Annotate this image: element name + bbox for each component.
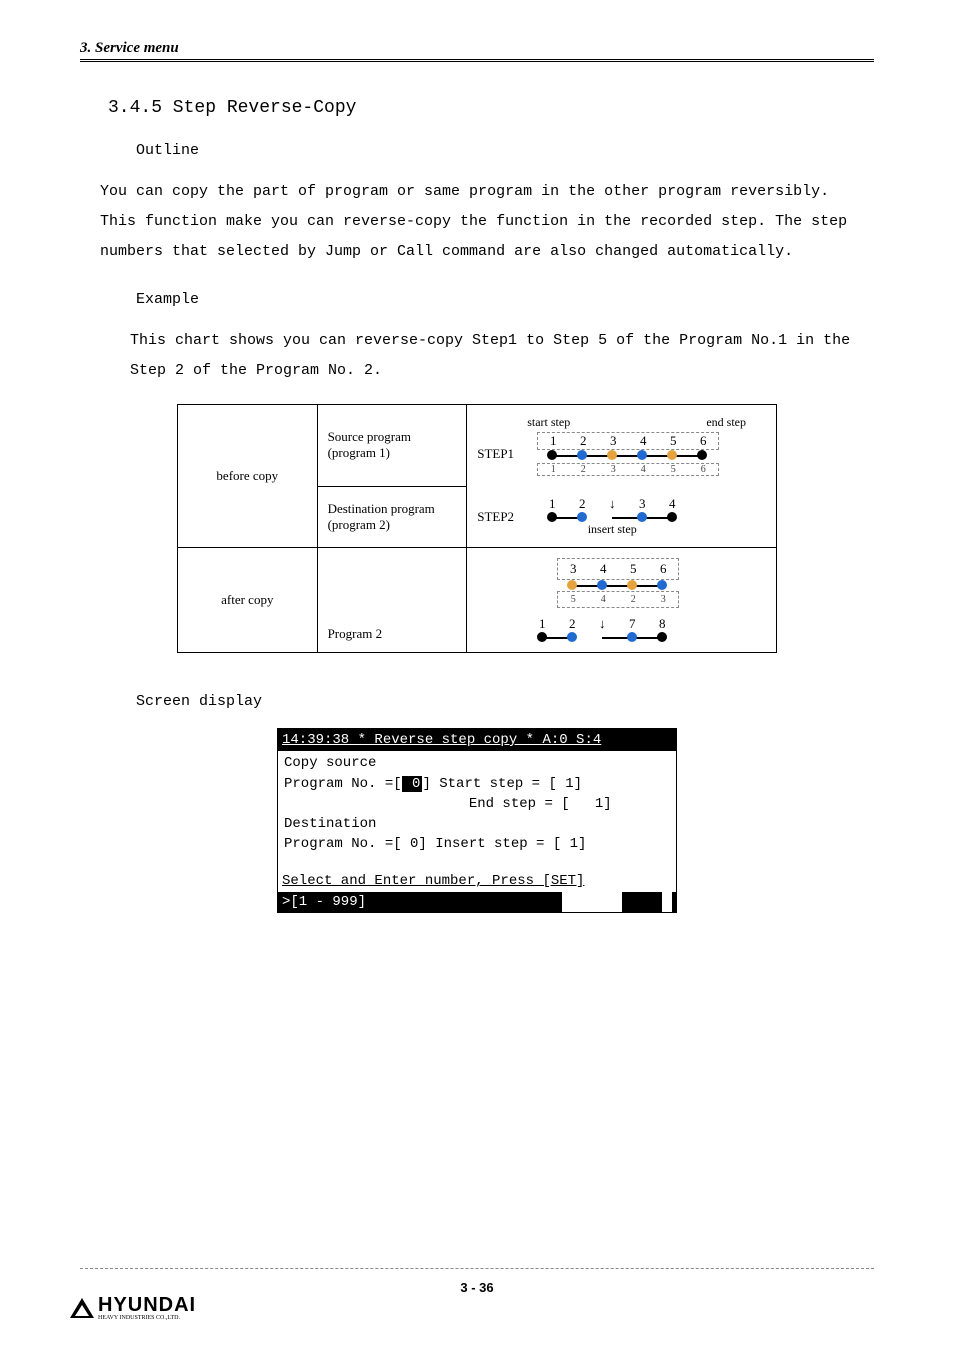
- example-label: Example: [136, 291, 874, 308]
- node-dot: [667, 450, 677, 460]
- screen-titlebar: 14:39:38 * Reverse step copy * A:0 S:4: [278, 729, 676, 751]
- s1-idx: 3: [598, 464, 628, 475]
- s1-num: 1: [538, 433, 568, 449]
- diagram-table: before copy Source program (program 1) s…: [177, 404, 777, 653]
- node-dot: [637, 450, 647, 460]
- node-dot: [547, 450, 557, 460]
- after-top-num: 6: [648, 561, 678, 577]
- brand-logo: HYUNDAI HEAVY INDUSTRIES CO.,LTD.: [70, 1294, 196, 1321]
- example-text: This chart shows you can reverse-copy St…: [130, 326, 864, 386]
- program2-cell: Program 2: [317, 548, 467, 653]
- step2-graphic-cell: STEP2 1 2 ↓ 3 4: [467, 486, 777, 548]
- after-top-idx: 3: [648, 594, 678, 605]
- screen-line: End step = [ 1]: [284, 794, 670, 814]
- destination-program-cell: Destination program (program 2): [317, 486, 467, 548]
- after-bot-num: 2: [557, 616, 587, 632]
- after-top-num: 4: [588, 561, 618, 577]
- node-dot: [567, 580, 577, 590]
- s1-idx: 4: [628, 464, 658, 475]
- screen-range-blank: [662, 892, 672, 912]
- destination-program-label: Destination program (program 2): [328, 501, 435, 532]
- screen-display-label: Screen display: [136, 693, 874, 710]
- footer-rule: [80, 1268, 874, 1269]
- node-dot: [657, 632, 667, 642]
- node-dot: [547, 512, 557, 522]
- page-header: 3. Service menu: [80, 40, 874, 57]
- after-top-idx: 5: [558, 594, 588, 605]
- screen-display-box: 14:39:38 * Reverse step copy * A:0 S:4 C…: [277, 728, 677, 913]
- after-top-idx: 4: [588, 594, 618, 605]
- after-copy-cell: after copy: [178, 548, 318, 653]
- s1-num: 6: [688, 433, 718, 449]
- s2-num: 2: [567, 496, 597, 512]
- source-program-cell: Source program (program 1): [317, 405, 467, 487]
- page-number: 3 - 36: [0, 1280, 954, 1295]
- s1-idx: 5: [658, 464, 688, 475]
- screen-range-bar: >[1 - 999]: [278, 892, 676, 912]
- node-dot: [637, 512, 647, 522]
- triangle-icon: [70, 1298, 94, 1318]
- section-heading: 3.4.5 Step Reverse-Copy: [108, 98, 874, 118]
- insert-step-label: insert step: [537, 522, 687, 537]
- screen-cursor-field: 0: [402, 776, 423, 792]
- s1-num: 3: [598, 433, 628, 449]
- node-dot: [667, 512, 677, 522]
- node-dot: [657, 580, 667, 590]
- s2-num: 4: [657, 496, 687, 512]
- node-dot: [697, 450, 707, 460]
- after-bot-num: 7: [617, 616, 647, 632]
- outline-label: Outline: [136, 142, 874, 159]
- after-top-num: 3: [558, 561, 588, 577]
- after-graphic-cell: 3 4 5 6 5 4 2 3: [467, 548, 777, 653]
- screen-text: Program No. =[: [284, 776, 402, 792]
- screen-range-text: >[1 - 999]: [282, 892, 366, 912]
- s2-num: 1: [537, 496, 567, 512]
- s1-num: 2: [568, 433, 598, 449]
- s1-idx: 6: [688, 464, 718, 475]
- node-dot: [567, 632, 577, 642]
- s1-num: 4: [628, 433, 658, 449]
- after-bot-num: 1: [527, 616, 557, 632]
- screen-prompt: Select and Enter number, Press [SET]: [278, 871, 676, 891]
- arrow-down-icon: ↓: [587, 616, 617, 632]
- brand-name: HYUNDAI: [98, 1294, 196, 1316]
- node-dot: [627, 580, 637, 590]
- header-rule: [80, 59, 874, 62]
- step1-graphic-cell: start step end step STEP1 1 2 3 4 5 6: [467, 405, 777, 487]
- screen-line: Destination: [284, 814, 670, 834]
- screen-line: Program No. =[ 0] Start step = [ 1]: [284, 774, 670, 794]
- screen-line: Copy source: [284, 753, 670, 773]
- node-dot: [597, 580, 607, 590]
- after-bot-num: 8: [647, 616, 677, 632]
- before-copy-cell: before copy: [178, 405, 318, 548]
- s1-idx: 2: [568, 464, 598, 475]
- after-top-idx: 2: [618, 594, 648, 605]
- after-top-num: 5: [618, 561, 648, 577]
- node-dot: [577, 512, 587, 522]
- node-dot: [607, 450, 617, 460]
- step2-label: STEP2: [477, 509, 537, 525]
- source-program-label: Source program (program 1): [328, 429, 411, 460]
- outline-text: You can copy the part of program or same…: [100, 177, 864, 267]
- screen-body: Copy source Program No. =[ 0] Start step…: [278, 751, 676, 871]
- start-step-label: start step: [527, 415, 570, 430]
- screen-line: Program No. =[ 0] Insert step = [ 1]: [284, 834, 670, 854]
- screen-text: ] Start step = [ 1]: [422, 776, 582, 792]
- arrow-down-icon: ↓: [597, 496, 627, 512]
- node-dot: [627, 632, 637, 642]
- s1-idx: 1: [538, 464, 568, 475]
- node-dot: [577, 450, 587, 460]
- step1-label: STEP1: [477, 446, 537, 462]
- node-dot: [537, 632, 547, 642]
- s1-num: 5: [658, 433, 688, 449]
- s2-num: 3: [627, 496, 657, 512]
- end-step-label: end step: [706, 415, 746, 430]
- screen-range-blank: [562, 892, 622, 912]
- program2-label: Program 2: [328, 626, 383, 641]
